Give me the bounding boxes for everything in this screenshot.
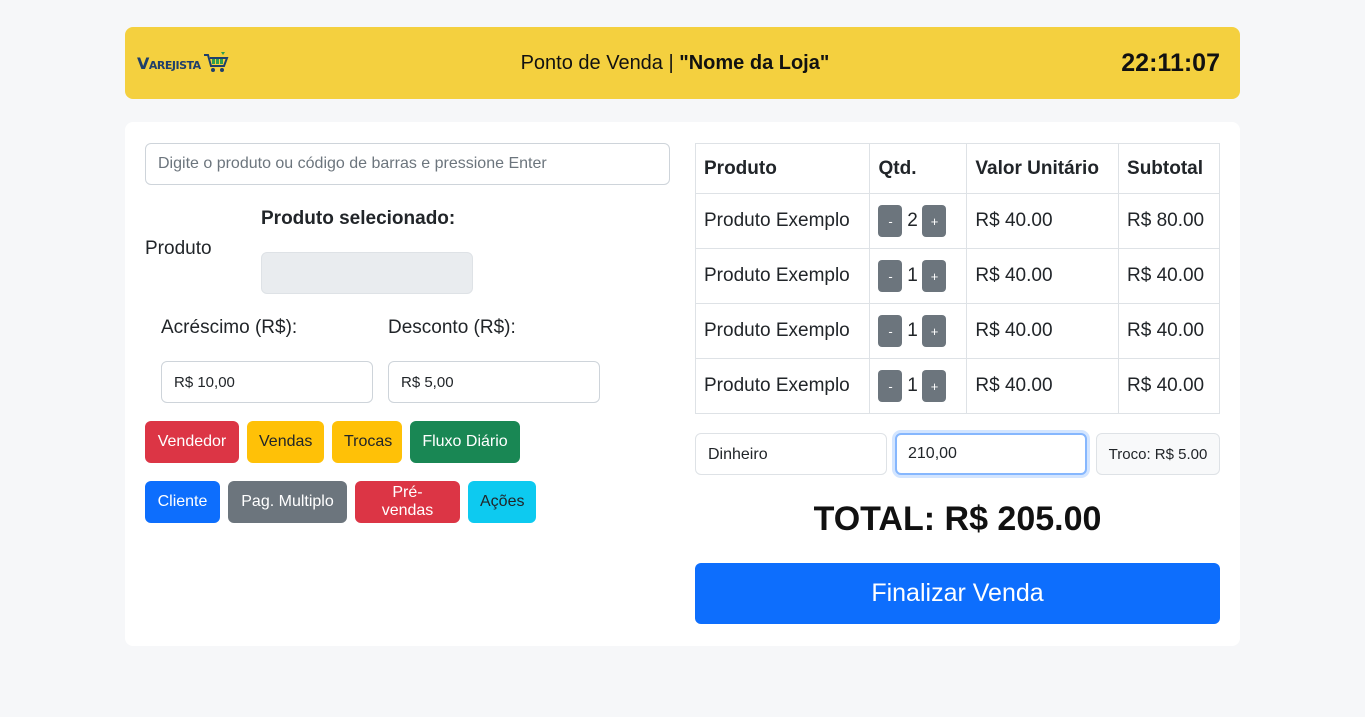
desconto-input[interactable]: [388, 361, 600, 403]
cell-subtotal: R$ 40.00: [1118, 358, 1220, 414]
cell-qtd: -1 +: [869, 303, 968, 359]
header-produto: Produto: [694, 143, 871, 194]
vendedor-button[interactable]: Vendedor: [145, 421, 239, 463]
acoes-button[interactable]: Ações: [468, 481, 536, 523]
cell-subtotal: R$ 40.00: [1118, 248, 1220, 304]
cell-produto: Produto Exemplo: [694, 193, 871, 249]
table-row: Produto Exemplo -1 + R$ 40.00 R$ 40.00: [694, 358, 1220, 414]
logo-text: Varejista: [137, 53, 201, 73]
header-qtd: Qtd.: [869, 143, 968, 194]
qty-value: 1: [907, 375, 918, 396]
total-amount: TOTAL: R$ 205.00: [813, 500, 1102, 538]
header-valor-unitario: Valor Unitário: [966, 143, 1120, 194]
table-row: Produto Exemplo -1 + R$ 40.00 R$ 40.00: [694, 303, 1220, 359]
desconto-label: Desconto (R$):: [388, 317, 516, 338]
produto-label: Produto: [145, 238, 212, 259]
increase-qty-button[interactable]: +: [922, 315, 947, 347]
cliente-button[interactable]: Cliente: [145, 481, 220, 523]
cell-qtd: -2 +: [869, 193, 968, 249]
product-search-input[interactable]: [145, 143, 670, 185]
payment-method-select[interactable]: Dinheiro: [695, 433, 887, 475]
cell-subtotal: R$ 40.00: [1118, 303, 1220, 359]
cell-qtd: -1 +: [869, 248, 968, 304]
finalize-sale-button[interactable]: Finalizar Venda: [695, 563, 1220, 624]
pre-vendas-button[interactable]: Pré-vendas: [355, 481, 460, 523]
selected-product-label: Produto selecionado:: [261, 208, 456, 229]
shopping-cart-icon: [203, 52, 229, 72]
amount-paid-input[interactable]: [895, 433, 1087, 475]
table-row: Produto Exemplo -1 + R$ 40.00 R$ 40.00: [694, 248, 1220, 304]
acrescimo-label: Acréscimo (R$):: [161, 317, 298, 338]
cart-table: Produto Qtd. Valor Unitário Subtotal Pro…: [694, 143, 1220, 414]
cell-subtotal: R$ 80.00: [1118, 193, 1220, 249]
decrease-qty-button[interactable]: -: [878, 205, 903, 237]
clock: 22:11:07: [1121, 48, 1220, 77]
selected-product-field: [261, 252, 473, 294]
cell-valor: R$ 40.00: [966, 358, 1120, 414]
cell-qtd: -1 +: [869, 358, 968, 414]
increase-qty-button[interactable]: +: [922, 370, 947, 402]
trocas-button[interactable]: Trocas: [332, 421, 402, 463]
increase-qty-button[interactable]: +: [922, 260, 947, 292]
table-header-row: Produto Qtd. Valor Unitário Subtotal: [694, 143, 1220, 194]
logo: Varejista: [137, 52, 229, 74]
acrescimo-input[interactable]: [161, 361, 373, 403]
store-name: "Nome da Loja": [679, 51, 830, 74]
qty-value: 1: [907, 320, 918, 341]
pos-panel: Produto Produto selecionado: Acréscimo (…: [125, 122, 1240, 646]
page-title: Ponto de Venda | "Nome da Loja": [521, 52, 830, 75]
title-prefix: Ponto de Venda |: [520, 51, 680, 74]
pag-multiplo-button[interactable]: Pag. Multiplo: [228, 481, 347, 523]
cell-produto: Produto Exemplo: [694, 303, 871, 359]
header-bar: Varejista Ponto de Venda | "Nome da Loja…: [125, 27, 1240, 99]
qty-value: 1: [907, 265, 918, 286]
table-row: Produto Exemplo -2 + R$ 40.00 R$ 80.00: [694, 193, 1220, 249]
decrease-qty-button[interactable]: -: [878, 370, 903, 402]
increase-qty-button[interactable]: +: [922, 205, 947, 237]
cell-valor: R$ 40.00: [966, 303, 1120, 359]
cell-produto: Produto Exemplo: [694, 248, 871, 304]
qty-value: 2: [907, 210, 918, 231]
fluxo-diario-button[interactable]: Fluxo Diário: [410, 421, 520, 463]
change-display: Troco: R$ 5.00: [1096, 433, 1220, 475]
cell-valor: R$ 40.00: [966, 193, 1120, 249]
decrease-qty-button[interactable]: -: [878, 260, 903, 292]
decrease-qty-button[interactable]: -: [878, 315, 903, 347]
cell-produto: Produto Exemplo: [694, 358, 871, 414]
header-subtotal: Subtotal: [1118, 143, 1220, 194]
cell-valor: R$ 40.00: [966, 248, 1120, 304]
vendas-button[interactable]: Vendas: [247, 421, 324, 463]
